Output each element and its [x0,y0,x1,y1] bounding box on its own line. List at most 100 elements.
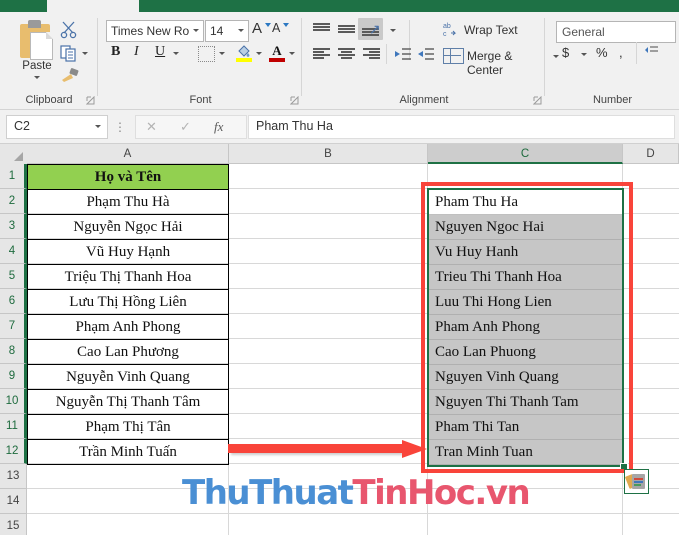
cell-c7[interactable]: Pham Anh Phong [429,315,622,340]
format-painter-icon[interactable] [60,67,80,83]
watermark: ThuThuatTinHoc.vn [182,473,531,513]
italic-button[interactable]: I [134,44,139,60]
row-header-8[interactable]: 8 [0,339,27,364]
increase-decimal-icon[interactable] [644,44,660,60]
underline-button[interactable]: U [155,44,165,60]
bold-button[interactable]: B [111,44,120,60]
shrink-font-label: A [272,21,280,35]
row-header-1[interactable]: 1 [0,164,27,189]
increase-font-size-button[interactable]: A [252,20,272,37]
align-top-button[interactable] [313,22,330,36]
row-header-15[interactable]: 15 [0,514,27,535]
cell-a10[interactable]: Nguyễn Thị Thanh Tâm [27,389,229,415]
select-all-corner[interactable] [0,144,28,165]
font-dialog-launcher-icon[interactable] [290,96,299,105]
chevron-down-icon[interactable] [34,76,40,79]
cell-a4[interactable]: Vũ Huy Hạnh [27,239,229,265]
align-left-button[interactable] [313,48,330,60]
orientation-button[interactable]: ↗ [369,21,381,38]
row-header-7[interactable]: 7 [0,314,27,339]
group-separator [301,18,302,96]
row-header-5[interactable]: 5 [0,264,27,289]
align-right-button[interactable] [363,48,380,60]
cell-c11[interactable]: Pham Thi Tan [429,415,622,440]
increase-indent-icon[interactable] [417,48,434,60]
cell-a1[interactable]: Họ và Tên [27,164,229,190]
row-header-9[interactable]: 9 [0,364,27,389]
chevron-down-icon[interactable] [390,29,396,32]
alignment-dialog-launcher-icon[interactable] [533,96,542,105]
merge-center-label[interactable]: Merge & Center [467,49,545,77]
cell-a2[interactable]: Phạm Thu Hà [27,189,229,215]
row-header-12[interactable]: 12 [0,439,27,464]
cell-a5[interactable]: Triệu Thị Thanh Hoa [27,264,229,290]
cell-c4[interactable]: Vu Huy Hanh [429,240,622,265]
cell-c10[interactable]: Nguyen Thi Thanh Tam [429,390,622,415]
chevron-down-icon[interactable] [238,29,244,32]
chevron-down-icon[interactable] [82,52,88,55]
row-header-6[interactable]: 6 [0,289,27,314]
row-header-3[interactable]: 3 [0,214,27,239]
row-header-4[interactable]: 4 [0,239,27,264]
paste-options-button[interactable] [624,469,649,494]
align-middle-button[interactable] [338,22,355,36]
cell-a12[interactable]: Trần Minh Tuấn [27,439,229,465]
row-header-13[interactable]: 13 [0,464,27,489]
currency-format-button[interactable]: $ [562,45,569,60]
scissors-icon[interactable] [60,21,78,39]
cell-a7[interactable]: Phạm Anh Phong [27,314,229,340]
cell-c5[interactable]: Trieu Thi Thanh Hoa [429,265,622,290]
insert-function-icon[interactable]: fx [214,119,223,135]
borders-button[interactable] [198,46,215,62]
column-header-d[interactable]: D [623,144,679,164]
tab-home[interactable] [47,0,139,12]
row-header-11[interactable]: 11 [0,414,27,439]
decrease-font-size-button[interactable]: A [272,21,290,35]
font-name-input[interactable]: Times New Roma [106,20,204,42]
cancel-icon[interactable]: ✕ [146,119,157,135]
spreadsheet-grid[interactable]: A B C D 1 2 3 4 5 6 7 8 9 10 11 12 13 14… [0,144,679,535]
merge-center-icon[interactable] [443,48,464,64]
cell-a9[interactable]: Nguyễn Vinh Quang [27,364,229,390]
chevron-down-icon[interactable] [219,52,225,55]
number-format-select[interactable]: General [556,21,676,43]
cell-a6[interactable]: Lưu Thị Hồng Liên [27,289,229,315]
row-header-10[interactable]: 10 [0,389,27,414]
formula-input[interactable]: Pham Thu Ha [248,115,675,139]
paste-button[interactable]: Paste [14,20,60,82]
name-box[interactable]: C2 [6,115,108,139]
chevron-down-icon[interactable] [95,125,101,128]
chevron-down-icon[interactable] [173,52,179,55]
column-header-c[interactable]: C [428,144,623,164]
align-center-button[interactable] [338,48,355,60]
copy-icon[interactable] [60,44,78,62]
cell-a8[interactable]: Cao Lan Phương [27,339,229,365]
chevron-down-icon[interactable] [256,52,262,55]
chevron-down-icon[interactable] [581,53,587,56]
enter-check-icon[interactable]: ✓ [180,119,191,135]
cell-c2[interactable]: Pham Thu Ha [429,190,622,215]
watermark-part2: TinHoc.vn [352,473,530,513]
wrap-text-icon[interactable]: ab c [443,21,459,37]
column-header-b[interactable]: B [229,144,428,164]
chevron-down-icon[interactable] [193,29,199,32]
chevron-down-icon[interactable] [289,52,295,55]
decrease-indent-icon[interactable] [394,48,411,60]
fill-color-button[interactable] [236,44,252,62]
column-header-a[interactable]: A [27,144,229,164]
cell-c6[interactable]: Luu Thi Hong Lien [429,290,622,315]
cell-c8[interactable]: Cao Lan Phuong [429,340,622,365]
clipboard-dialog-launcher-icon[interactable] [86,96,95,105]
cell-c12[interactable]: Tran Minh Tuan [429,440,622,465]
row-header-14[interactable]: 14 [0,489,27,514]
font-color-button[interactable]: A [269,43,285,62]
cell-a3[interactable]: Nguyễn Ngọc Hải [27,214,229,240]
comma-format-button[interactable]: , [619,45,623,60]
percent-format-button[interactable]: % [596,45,608,60]
row-header-2[interactable]: 2 [0,189,27,214]
cell-a11[interactable]: Phạm Thị Tân [27,414,229,440]
font-size-input[interactable]: 14 [205,20,249,42]
cell-c9[interactable]: Nguyen Vinh Quang [429,365,622,390]
wrap-text-label[interactable]: Wrap Text [464,23,518,37]
cell-c3[interactable]: Nguyen Ngoc Hai [429,215,622,240]
